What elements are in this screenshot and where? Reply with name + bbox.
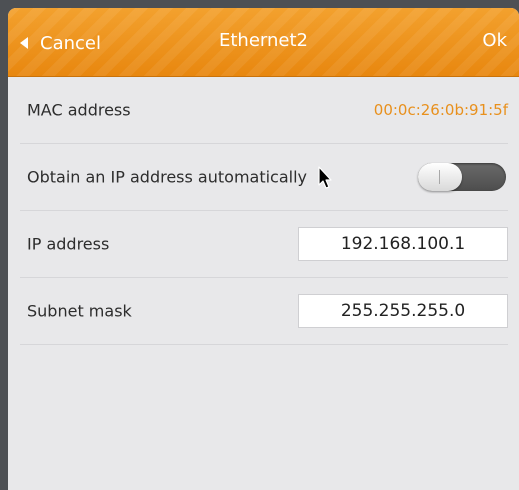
subnet-mask-row: Subnet mask [20,278,508,345]
window-frame: Cancel Ethernet2 Ok MAC address 00:0c:26… [0,0,519,490]
mac-address-value: 00:0c:26:0b:91:5f [373,101,508,119]
ip-address-input[interactable] [298,227,508,261]
title-bar: Cancel Ethernet2 Ok [8,8,519,77]
ok-button[interactable]: Ok [482,30,507,51]
ethernet-settings-dialog: Cancel Ethernet2 Ok MAC address 00:0c:26… [8,8,519,490]
dialog-title: Ethernet2 [219,30,308,51]
auto-ip-label: Obtain an IP address automatically [27,167,308,187]
subnet-mask-input[interactable] [298,294,508,328]
subnet-mask-label: Subnet mask [27,301,132,321]
auto-ip-toggle[interactable] [418,163,506,191]
mac-address-label: MAC address [27,100,131,120]
auto-ip-row: Obtain an IP address automatically [20,144,508,211]
ip-address-label: IP address [27,234,110,254]
mac-address-row: MAC address 00:0c:26:0b:91:5f [20,77,508,144]
ip-address-row: IP address [20,211,508,278]
toggle-knob [418,163,462,191]
